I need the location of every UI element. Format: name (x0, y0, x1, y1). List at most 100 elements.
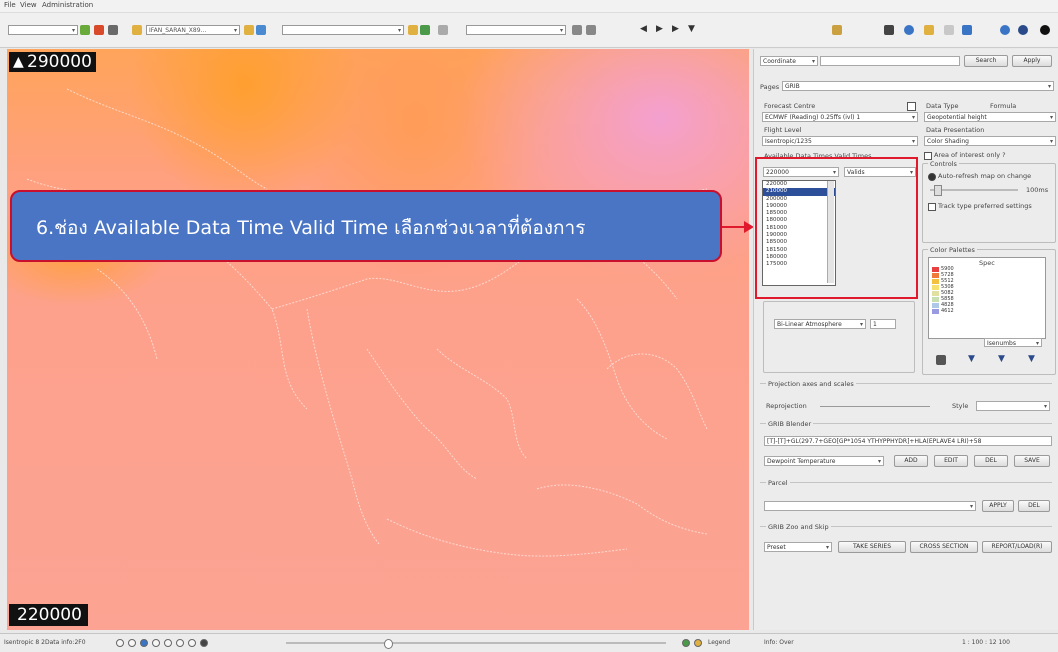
legend-color-icon[interactable] (694, 639, 702, 647)
settings-icon[interactable] (1000, 25, 1010, 35)
legend-globe-icon[interactable] (682, 639, 690, 647)
apply-button[interactable]: Apply (1012, 55, 1052, 67)
palette-down2-icon[interactable]: ▼ (998, 354, 1005, 364)
parcel-select[interactable] (764, 501, 976, 511)
search-button-label: Search (975, 57, 997, 64)
measure-icon[interactable] (164, 639, 172, 647)
map-canvas[interactable]: 290000 ▲ 220000 (7, 49, 749, 630)
time-list-item[interactable]: 210000 (763, 188, 835, 196)
parcel-apply-button[interactable]: APPLY (982, 500, 1014, 512)
time-slider-handle[interactable] (384, 639, 393, 649)
add-button[interactable]: ADD (894, 455, 928, 467)
palette-preview[interactable]: Spec 5900 5728 5512 5308 5082 5858 4828 4612 (928, 257, 1046, 339)
select-icon[interactable] (176, 639, 184, 647)
pencil-icon[interactable] (884, 25, 894, 35)
palette-import-icon[interactable] (936, 355, 946, 365)
atmosphere-select[interactable]: Bi-Linear Atmosphere (774, 319, 866, 329)
toolbar-combo-4[interactable] (466, 25, 566, 35)
data-type-checkbox[interactable] (907, 102, 916, 111)
monitor-icon[interactable] (962, 25, 972, 35)
refresh-slider-handle[interactable] (934, 185, 942, 196)
zoom-in-icon[interactable] (116, 639, 124, 647)
play-icon[interactable]: ▶ (656, 24, 663, 34)
globe-icon[interactable] (80, 25, 90, 35)
track-preferred-checkbox[interactable] (928, 203, 936, 211)
delete-button[interactable]: DEL (974, 455, 1008, 467)
forecast-centre-select[interactable]: ECMWF (Reading) 0.25ffs (ivl) 1 (762, 112, 918, 122)
time-list-item[interactable]: 200000 (763, 196, 835, 203)
layer-icon[interactable] (408, 25, 418, 35)
search-input[interactable] (820, 56, 960, 66)
menu-file[interactable]: File (4, 1, 16, 9)
copy-icon[interactable] (944, 25, 954, 35)
data-presentation-select[interactable]: Color Shading (924, 136, 1056, 146)
search-button[interactable]: Search (964, 55, 1008, 67)
zoom-fit-icon[interactable] (140, 639, 148, 647)
earth-icon[interactable] (904, 25, 914, 35)
menu-view[interactable]: View (20, 1, 37, 9)
cross-section-button[interactable]: CROSS SECTION (910, 541, 978, 553)
time-slider-track[interactable] (286, 642, 666, 644)
help-icon[interactable] (1018, 25, 1028, 35)
time-list-item[interactable]: 175000 (763, 261, 835, 268)
coordinate-mode-select[interactable]: Coordinate (760, 56, 818, 66)
time-list-item[interactable]: 180000 (763, 254, 835, 261)
time-list-item[interactable]: 190000 (763, 203, 835, 210)
power-icon[interactable] (1040, 25, 1050, 35)
folder-icon[interactable] (132, 25, 142, 35)
time-list-item[interactable]: 181000 (763, 225, 835, 232)
info-icon[interactable] (188, 639, 196, 647)
status-info-text: Info: Over (764, 639, 794, 646)
toolbar-combo-2[interactable]: IFAN_SARAN_X89... (146, 25, 240, 35)
time-forward-icon[interactable] (586, 25, 596, 35)
refresh-slider-track[interactable] (930, 189, 1018, 191)
flight-level-select[interactable]: Isentropic/1235 (762, 136, 918, 146)
save-icon[interactable] (256, 25, 266, 35)
north-arrow-icon: ▲ (13, 54, 24, 70)
preset-select[interactable]: Preset (764, 542, 832, 552)
time-list-item[interactable]: 181500 (763, 247, 835, 254)
atmosphere-spinner[interactable]: 1 (870, 319, 896, 329)
time-list-scrollbar[interactable] (827, 181, 834, 283)
first-frame-icon[interactable]: ◀ (640, 24, 647, 34)
print-icon[interactable] (200, 639, 208, 647)
area-of-interest-checkbox[interactable] (924, 152, 932, 160)
parcel-delete-button[interactable]: DEL (1018, 500, 1050, 512)
zoom-out-icon[interactable] (128, 639, 136, 647)
save-button[interactable]: SAVE (1014, 455, 1050, 467)
pages-select[interactable]: GRIB (782, 81, 1054, 91)
palette-down-icon[interactable]: ▼ (968, 354, 975, 364)
grib-blender-expression[interactable]: [T]-[T]+GL(297.7+GEO[GP*1054 YTHYPPHYDR]… (764, 436, 1052, 446)
take-series-button[interactable]: TAKE SERIES (838, 541, 906, 553)
available-times-list[interactable]: 220000 210000 200000 190000 185000 180000 1810… (762, 180, 836, 286)
refresh-icon[interactable] (94, 25, 104, 35)
palette-select[interactable]: Isenumbs (984, 338, 1042, 347)
report-load-button[interactable]: REPORT/LOAD(R) (982, 541, 1052, 553)
pan-icon[interactable] (152, 639, 160, 647)
time-list-item[interactable]: 180000 (763, 217, 835, 224)
chart-icon[interactable] (420, 25, 430, 35)
palette-down3-icon[interactable]: ▼ (1028, 354, 1035, 364)
time-list-item[interactable]: 190000 (763, 232, 835, 239)
auto-refresh-radio[interactable] (928, 173, 936, 181)
time-list-item[interactable]: 185000 (763, 210, 835, 217)
toolbar-combo-1[interactable] (8, 25, 78, 35)
last-frame-icon[interactable]: ▼ (688, 24, 695, 34)
reprojection-slider[interactable] (820, 406, 930, 407)
blender-variable-select[interactable]: Dewpoint Temperature (764, 456, 884, 466)
data-type-select[interactable]: Geopotential height (924, 112, 1056, 122)
time-list-item[interactable]: 220000 (763, 181, 835, 188)
time-icon[interactable] (572, 25, 582, 35)
cloud-icon[interactable] (924, 25, 934, 35)
legend-label[interactable]: Legend (708, 639, 730, 646)
folder-open-icon[interactable] (244, 25, 254, 35)
pin-icon[interactable] (108, 25, 118, 35)
style-select[interactable] (976, 401, 1050, 411)
document-icon[interactable] (438, 25, 448, 35)
time-list-item[interactable]: 185000 (763, 239, 835, 246)
menu-administration[interactable]: Administration (42, 1, 93, 9)
next-frame-icon[interactable]: ▶ (672, 24, 679, 34)
toolbar-combo-3[interactable] (282, 25, 404, 35)
person-icon[interactable] (832, 25, 842, 35)
edit-button[interactable]: EDIT (934, 455, 968, 467)
